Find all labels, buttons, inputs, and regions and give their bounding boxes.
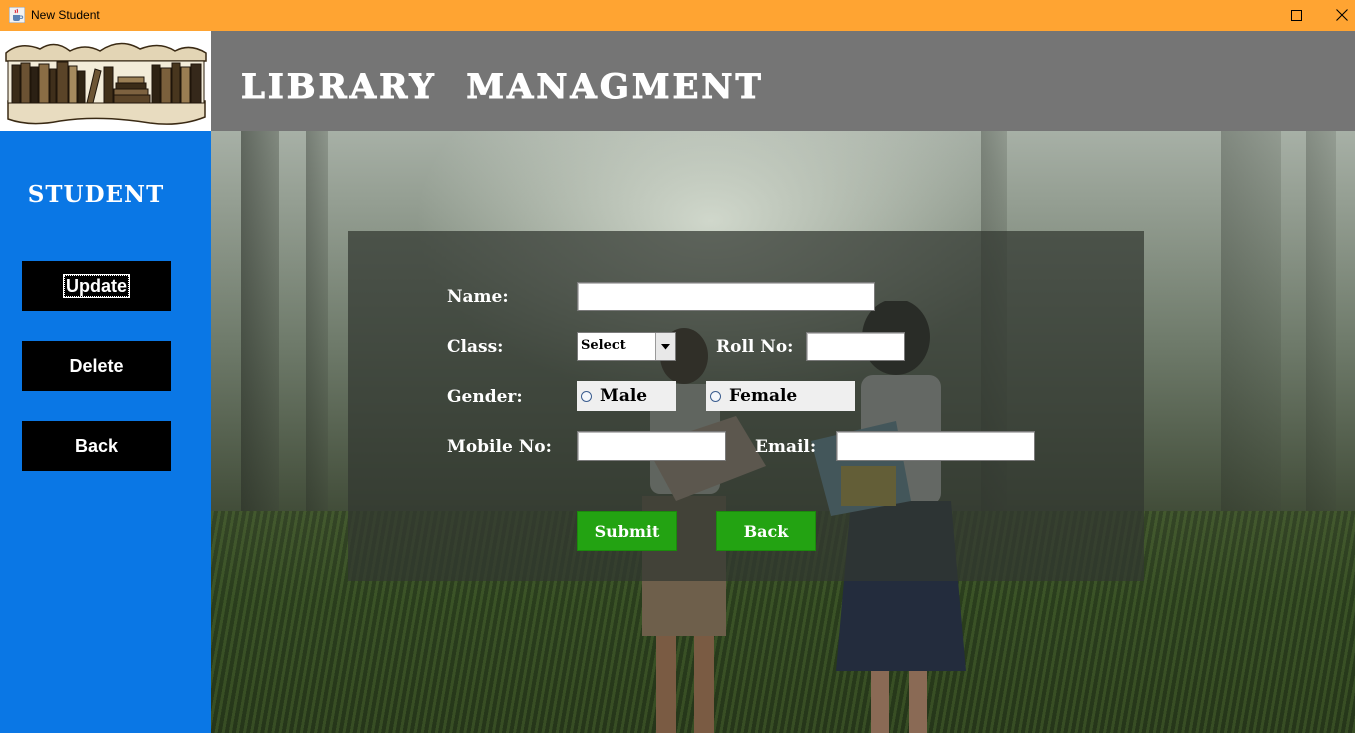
- sidebar-back-button[interactable]: Back: [22, 421, 171, 471]
- update-button[interactable]: Update: [22, 261, 171, 311]
- submit-button[interactable]: Submit: [577, 511, 677, 551]
- sidebar-back-button-label: Back: [74, 435, 119, 456]
- close-icon: [1336, 9, 1348, 21]
- male-radio-label: Male: [600, 386, 648, 406]
- gender-label: Gender:: [447, 387, 523, 407]
- radio-circle-icon: [581, 390, 592, 402]
- delete-button[interactable]: Delete: [22, 341, 171, 391]
- radio-circle-icon: [710, 390, 721, 402]
- window-title-bar[interactable]: New Student: [0, 0, 1355, 31]
- sidebar-title: STUDENT: [27, 181, 165, 208]
- form-back-button[interactable]: Back: [716, 511, 816, 551]
- roll-no-label: Roll No:: [716, 337, 794, 357]
- mobile-no-input[interactable]: [577, 431, 726, 461]
- update-button-label: Update: [62, 274, 131, 298]
- tree-trunk: [241, 131, 279, 551]
- name-input[interactable]: [577, 282, 875, 311]
- maximize-icon: [1290, 9, 1302, 21]
- bookshelf-logo: [5, 42, 207, 125]
- chevron-down-icon[interactable]: [655, 333, 675, 360]
- class-select[interactable]: Select: [577, 332, 676, 361]
- female-radio[interactable]: Female: [706, 381, 855, 411]
- logo-area: [0, 31, 211, 131]
- class-label: Class:: [447, 337, 504, 357]
- mobile-no-label: Mobile No:: [447, 437, 552, 457]
- female-radio-label: Female: [729, 386, 798, 406]
- java-cup-icon: [9, 7, 25, 23]
- tree-trunk: [306, 131, 328, 531]
- class-select-value: Select: [581, 338, 626, 353]
- delete-button-label: Delete: [69, 355, 124, 376]
- app-title: LIBRARY MANAGMENT: [241, 67, 764, 108]
- tree-trunk: [1306, 131, 1336, 551]
- close-button[interactable]: [1319, 3, 1355, 27]
- window-title: New Student: [31, 8, 100, 22]
- email-label: Email:: [755, 437, 817, 457]
- email-input[interactable]: [836, 431, 1035, 461]
- maximize-button[interactable]: [1273, 3, 1319, 27]
- app-header: LIBRARY MANAGMENT: [211, 31, 1355, 131]
- male-radio[interactable]: Male: [577, 381, 676, 411]
- sidebar: STUDENT Update Delete Back: [0, 131, 211, 733]
- name-label: Name:: [447, 287, 509, 307]
- roll-no-input[interactable]: [806, 332, 905, 361]
